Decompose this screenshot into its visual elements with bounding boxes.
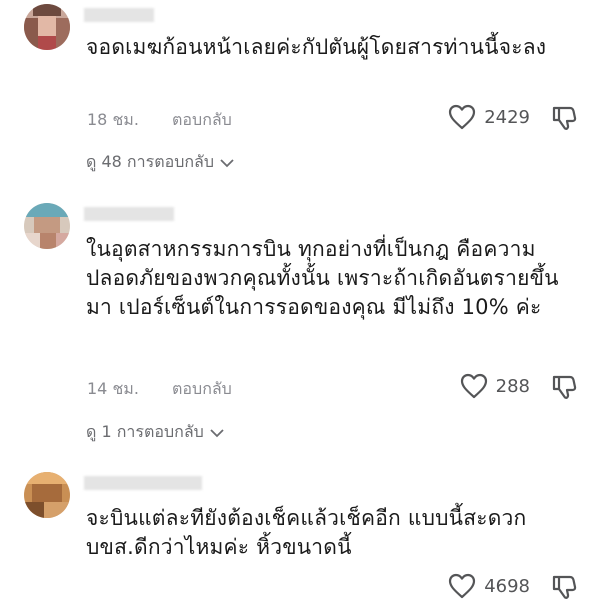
comment-text: จอดเมฆก้อนหน้าเลยค่ะกัปตันผู้โดยสารท่านน… xyxy=(86,35,547,59)
avatar[interactable] xyxy=(24,4,70,50)
dislike-button[interactable] xyxy=(550,104,578,136)
like-button[interactable]: 288 xyxy=(460,373,530,399)
thumbs-down-outline-icon xyxy=(552,375,577,399)
comment-item: จะบินแต่ละทียังต้องเช็คแล้วเช็คอีก แบบนี… xyxy=(0,466,600,611)
heart-outline-icon xyxy=(449,573,476,599)
heart-outline-icon xyxy=(460,373,487,399)
avatar[interactable] xyxy=(24,472,70,518)
like-count: 4698 xyxy=(484,575,530,597)
like-button[interactable]: 2429 xyxy=(448,104,530,130)
like-button[interactable]: 4698 xyxy=(448,573,530,599)
chevron-down-icon xyxy=(220,158,234,167)
chevron-down-icon xyxy=(210,428,224,437)
username-blurred[interactable] xyxy=(84,207,174,221)
username-blurred[interactable] xyxy=(84,476,202,490)
view-replies-button[interactable]: ดู 48 การตอบกลับ xyxy=(86,150,236,175)
comment-meta: 14 ชม. ตอบกลับ xyxy=(87,377,232,402)
view-replies-label: ดู 48 การตอบกลับ xyxy=(86,152,214,171)
avatar[interactable] xyxy=(24,203,70,249)
comment-time: 14 ชม. xyxy=(87,379,139,398)
like-count: 288 xyxy=(495,375,530,397)
dislike-button[interactable] xyxy=(550,373,578,405)
reply-button[interactable]: ตอบกลับ xyxy=(172,110,232,129)
comment-item: ในอุตสาหกรรมการบิน ทุกอย่างที่เป็นกฎ คือ… xyxy=(0,195,600,455)
reply-button[interactable]: ตอบกลับ xyxy=(172,379,232,398)
view-replies-label: ดู 1 การตอบกลับ xyxy=(86,422,204,441)
comment-time: 18 ชม. xyxy=(87,110,139,129)
comment-meta: 18 ชม. ตอบกลับ xyxy=(87,108,232,133)
view-replies-button[interactable]: ดู 1 การตอบกลับ xyxy=(86,420,226,445)
username-blurred[interactable] xyxy=(84,8,154,22)
comment-item: จอดเมฆก้อนหน้าเลยค่ะกัปตันผู้โดยสารท่านน… xyxy=(0,0,600,185)
dislike-button[interactable] xyxy=(550,573,578,605)
thumbs-down-outline-icon xyxy=(552,106,577,130)
comment-text: ในอุตสาหกรรมการบิน ทุกอย่างที่เป็นกฎ คือ… xyxy=(86,237,559,319)
heart-outline-icon xyxy=(449,104,476,130)
like-count: 2429 xyxy=(484,106,530,128)
comment-text: จะบินแต่ละทียังต้องเช็คแล้วเช็คอีก แบบนี… xyxy=(86,506,527,559)
thumbs-down-outline-icon xyxy=(552,575,577,599)
